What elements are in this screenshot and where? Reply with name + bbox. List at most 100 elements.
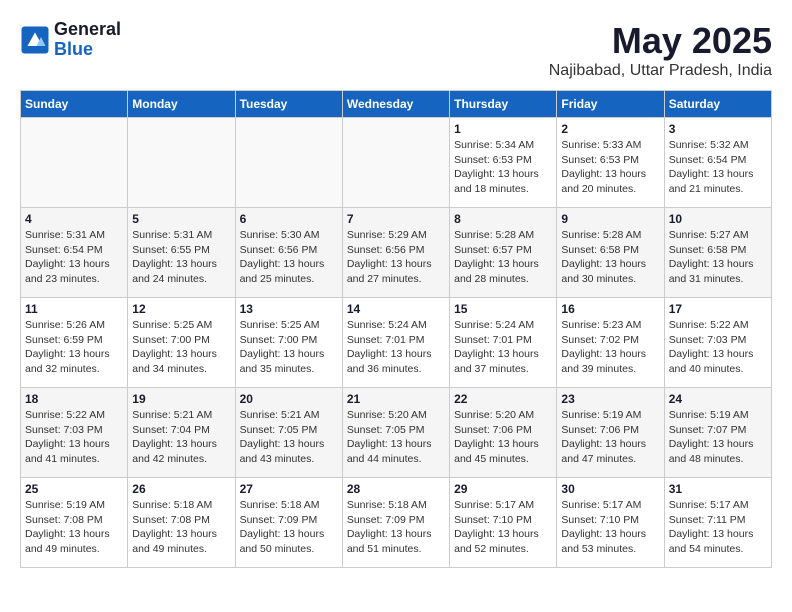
calendar-day-cell: 12Sunrise: 5:25 AM Sunset: 7:00 PM Dayli…	[128, 298, 235, 388]
calendar-week-row: 11Sunrise: 5:26 AM Sunset: 6:59 PM Dayli…	[21, 298, 772, 388]
calendar-day-cell: 9Sunrise: 5:28 AM Sunset: 6:58 PM Daylig…	[557, 208, 664, 298]
calendar-day-cell: 3 Sunrise: 5:32 AM Sunset: 6:54 PM Daylig…	[664, 118, 771, 208]
calendar-day-cell: 27 Sunrise: 5:18 AM Sunset: 7:09 PM Dayli…	[235, 478, 342, 568]
calendar-day-cell: 29 Sunrise: 5:17 AM Sunset: 7:10 PM Dayli…	[450, 478, 557, 568]
calendar-day-cell: 31 Sunrise: 5:17 AM Sunset: 7:11 PM Dayli…	[664, 478, 771, 568]
calendar-day-cell: 19 Sunrise: 5:21 AM Sunset: 7:04 PM Dayli…	[128, 388, 235, 478]
day-info: Sunrise: 5:23 AM Sunset: 7:02 PM Dayligh…	[561, 318, 659, 377]
calendar-day-cell: 6 Sunrise: 5:30 AM Sunset: 6:56 PM Daylig…	[235, 208, 342, 298]
calendar-day-cell: 30Sunrise: 5:17 AM Sunset: 7:10 PM Dayli…	[557, 478, 664, 568]
calendar-day-cell: 14 Sunrise: 5:24 AM Sunset: 7:01 PM Dayli…	[342, 298, 449, 388]
calendar-day-cell: 15 Sunrise: 5:24 AM Sunset: 7:01 PM Dayli…	[450, 298, 557, 388]
day-info: Sunrise: 5:31 AM Sunset: 6:54 PM Dayligh…	[25, 228, 123, 287]
calendar-day-cell: 18Sunrise: 5:22 AM Sunset: 7:03 PM Dayli…	[21, 388, 128, 478]
calendar-body: 1 Sunrise: 5:34 AM Sunset: 6:53 PM Daylig…	[21, 118, 772, 568]
weekday-header: Thursday	[450, 91, 557, 118]
day-info: Sunrise: 5:25 AM Sunset: 7:00 PM Dayligh…	[132, 318, 230, 377]
calendar-day-cell: 23 Sunrise: 5:19 AM Sunset: 7:06 PM Dayli…	[557, 388, 664, 478]
logo-blue: Blue	[54, 40, 121, 60]
day-number: 16	[561, 302, 659, 316]
logo-icon	[20, 25, 50, 55]
calendar-day-cell	[21, 118, 128, 208]
day-info: Sunrise: 5:24 AM Sunset: 7:01 PM Dayligh…	[347, 318, 445, 377]
day-number: 20	[240, 392, 338, 406]
day-number: 14	[347, 302, 445, 316]
day-number: 17	[669, 302, 767, 316]
day-info: Sunrise: 5:21 AM Sunset: 7:05 PM Dayligh…	[240, 408, 338, 467]
day-number: 10	[669, 212, 767, 226]
day-info: Sunrise: 5:20 AM Sunset: 7:05 PM Dayligh…	[347, 408, 445, 467]
day-info: Sunrise: 5:29 AM Sunset: 6:56 PM Dayligh…	[347, 228, 445, 287]
day-info: Sunrise: 5:31 AM Sunset: 6:55 PM Dayligh…	[132, 228, 230, 287]
day-number: 19	[132, 392, 230, 406]
calendar-day-cell: 24 Sunrise: 5:19 AM Sunset: 7:07 PM Dayli…	[664, 388, 771, 478]
day-number: 3	[669, 122, 767, 136]
weekday-header: Wednesday	[342, 91, 449, 118]
day-number: 23	[561, 392, 659, 406]
day-number: 24	[669, 392, 767, 406]
day-number: 6	[240, 212, 338, 226]
day-number: 18	[25, 392, 123, 406]
calendar-day-cell: 17 Sunrise: 5:22 AM Sunset: 7:03 PM Dayli…	[664, 298, 771, 388]
weekday-header: Friday	[557, 91, 664, 118]
weekday-header: Sunday	[21, 91, 128, 118]
calendar-day-cell: 22Sunrise: 5:20 AM Sunset: 7:06 PM Dayli…	[450, 388, 557, 478]
day-number: 4	[25, 212, 123, 226]
calendar-day-cell: 28 Sunrise: 5:18 AM Sunset: 7:09 PM Dayli…	[342, 478, 449, 568]
day-number: 15	[454, 302, 552, 316]
calendar-day-cell: 10Sunrise: 5:27 AM Sunset: 6:58 PM Dayli…	[664, 208, 771, 298]
day-number: 2	[561, 122, 659, 136]
day-number: 7	[347, 212, 445, 226]
day-info: Sunrise: 5:25 AM Sunset: 7:00 PM Dayligh…	[240, 318, 338, 377]
weekday-header: Saturday	[664, 91, 771, 118]
day-number: 5	[132, 212, 230, 226]
day-info: Sunrise: 5:33 AM Sunset: 6:53 PM Dayligh…	[561, 138, 659, 197]
day-number: 21	[347, 392, 445, 406]
day-number: 22	[454, 392, 552, 406]
day-info: Sunrise: 5:22 AM Sunset: 7:03 PM Dayligh…	[669, 318, 767, 377]
calendar-week-row: 4 Sunrise: 5:31 AM Sunset: 6:54 PM Daylig…	[21, 208, 772, 298]
calendar-day-cell: 26Sunrise: 5:18 AM Sunset: 7:08 PM Dayli…	[128, 478, 235, 568]
day-info: Sunrise: 5:34 AM Sunset: 6:53 PM Dayligh…	[454, 138, 552, 197]
day-info: Sunrise: 5:19 AM Sunset: 7:06 PM Dayligh…	[561, 408, 659, 467]
day-info: Sunrise: 5:28 AM Sunset: 6:58 PM Dayligh…	[561, 228, 659, 287]
day-number: 25	[25, 482, 123, 496]
day-number: 28	[347, 482, 445, 496]
day-info: Sunrise: 5:21 AM Sunset: 7:04 PM Dayligh…	[132, 408, 230, 467]
day-info: Sunrise: 5:17 AM Sunset: 7:10 PM Dayligh…	[454, 498, 552, 557]
weekday-header: Tuesday	[235, 91, 342, 118]
calendar-day-cell: 13 Sunrise: 5:25 AM Sunset: 7:00 PM Dayli…	[235, 298, 342, 388]
day-number: 1	[454, 122, 552, 136]
logo-general: General	[54, 20, 121, 40]
day-info: Sunrise: 5:32 AM Sunset: 6:54 PM Dayligh…	[669, 138, 767, 197]
day-info: Sunrise: 5:19 AM Sunset: 7:07 PM Dayligh…	[669, 408, 767, 467]
day-info: Sunrise: 5:18 AM Sunset: 7:08 PM Dayligh…	[132, 498, 230, 557]
day-info: Sunrise: 5:18 AM Sunset: 7:09 PM Dayligh…	[347, 498, 445, 557]
calendar-day-cell: 2 Sunrise: 5:33 AM Sunset: 6:53 PM Daylig…	[557, 118, 664, 208]
day-info: Sunrise: 5:19 AM Sunset: 7:08 PM Dayligh…	[25, 498, 123, 557]
day-info: Sunrise: 5:17 AM Sunset: 7:11 PM Dayligh…	[669, 498, 767, 557]
day-info: Sunrise: 5:24 AM Sunset: 7:01 PM Dayligh…	[454, 318, 552, 377]
day-info: Sunrise: 5:18 AM Sunset: 7:09 PM Dayligh…	[240, 498, 338, 557]
calendar-week-row: 25 Sunrise: 5:19 AM Sunset: 7:08 PM Dayli…	[21, 478, 772, 568]
day-number: 29	[454, 482, 552, 496]
month-title: May 2025	[549, 20, 772, 62]
weekday-row: SundayMondayTuesdayWednesdayThursdayFrid…	[21, 91, 772, 118]
day-number: 31	[669, 482, 767, 496]
day-number: 8	[454, 212, 552, 226]
location: Najibabad, Uttar Pradesh, India	[549, 62, 772, 80]
day-number: 13	[240, 302, 338, 316]
calendar-day-cell	[342, 118, 449, 208]
logo: General Blue	[20, 20, 121, 60]
day-number: 27	[240, 482, 338, 496]
calendar-week-row: 1 Sunrise: 5:34 AM Sunset: 6:53 PM Daylig…	[21, 118, 772, 208]
calendar-day-cell: 7 Sunrise: 5:29 AM Sunset: 6:56 PM Daylig…	[342, 208, 449, 298]
calendar-day-cell: 20 Sunrise: 5:21 AM Sunset: 7:05 PM Dayli…	[235, 388, 342, 478]
calendar-day-cell: 21 Sunrise: 5:20 AM Sunset: 7:05 PM Dayli…	[342, 388, 449, 478]
day-number: 11	[25, 302, 123, 316]
calendar-header: SundayMondayTuesdayWednesdayThursdayFrid…	[21, 91, 772, 118]
day-info: Sunrise: 5:30 AM Sunset: 6:56 PM Dayligh…	[240, 228, 338, 287]
day-number: 30	[561, 482, 659, 496]
weekday-header: Monday	[128, 91, 235, 118]
calendar-week-row: 18Sunrise: 5:22 AM Sunset: 7:03 PM Dayli…	[21, 388, 772, 478]
